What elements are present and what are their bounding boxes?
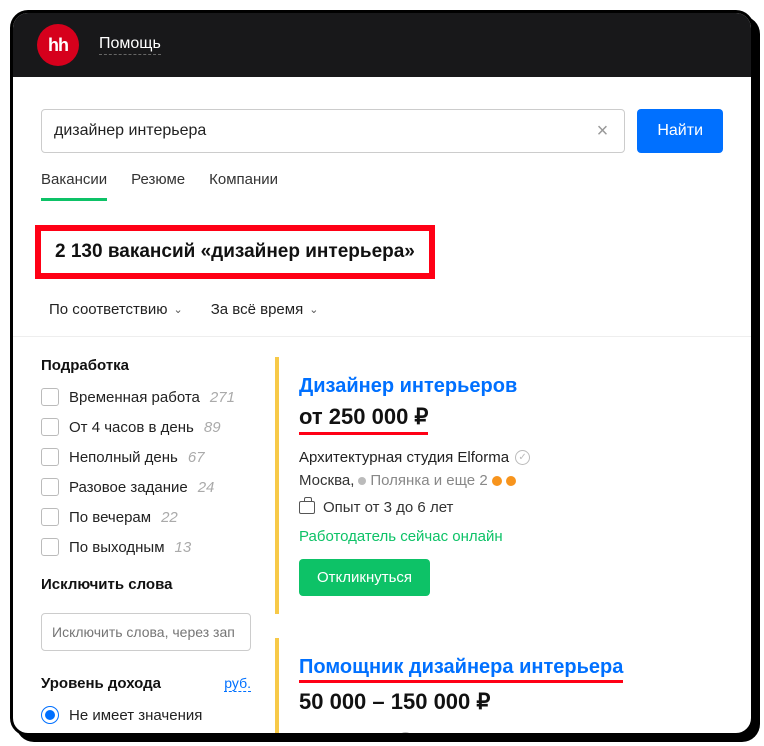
checkbox-icon[interactable] bbox=[41, 478, 59, 496]
vacancy-card: Дизайнер интерьеров от 250 000 ₽ Архитек… bbox=[275, 357, 723, 614]
experience-text: Опыт от 3 до 6 лет bbox=[323, 499, 453, 516]
tab-resumes[interactable]: Резюме bbox=[131, 171, 185, 201]
sort-relevance-label: По соответствию bbox=[49, 301, 168, 318]
tab-companies[interactable]: Компании bbox=[209, 171, 278, 201]
clear-icon[interactable]: × bbox=[593, 120, 613, 143]
metro-line-icon bbox=[506, 476, 516, 486]
filter-checkbox-item[interactable]: Разовое задание 24 bbox=[41, 478, 251, 496]
chevron-down-icon: ⌄ bbox=[174, 303, 183, 316]
filter-label: От 4 часов в день bbox=[69, 419, 194, 436]
checkbox-icon[interactable] bbox=[41, 508, 59, 526]
sort-relevance[interactable]: По соответствию ⌄ bbox=[49, 301, 183, 318]
metro-dot-icon bbox=[358, 477, 366, 485]
company-row: Салон МАРО ✓ bbox=[299, 731, 707, 736]
search-input[interactable] bbox=[54, 122, 593, 140]
search-button[interactable]: Найти bbox=[637, 109, 723, 153]
tabs: Вакансии Резюме Компании bbox=[13, 153, 751, 201]
company-name[interactable]: Салон МАРО bbox=[299, 731, 392, 736]
income-radio-item[interactable]: Не имеет значения bbox=[41, 706, 251, 724]
filter-count: 24 bbox=[198, 479, 215, 496]
button-row: Откликнуться bbox=[299, 559, 707, 596]
vacancy-title[interactable]: Дизайнер интерьеров bbox=[299, 375, 517, 398]
radio-icon[interactable] bbox=[41, 706, 59, 724]
city: Москва, bbox=[299, 472, 354, 489]
filter-label: По вечерам bbox=[69, 509, 151, 526]
filter-label: По выходным bbox=[69, 539, 165, 556]
filter-checkbox-item[interactable]: Неполный день 67 bbox=[41, 448, 251, 466]
help-link[interactable]: Помощь bbox=[99, 35, 161, 55]
vacancy-salary: 50 000 – 150 000 ₽ bbox=[299, 689, 490, 717]
filters-sidebar: Подработка Временная работа 271 От 4 час… bbox=[41, 357, 251, 736]
apply-button[interactable]: Откликнуться bbox=[299, 559, 430, 596]
checkbox-icon[interactable] bbox=[41, 538, 59, 556]
filter-label: Временная работа bbox=[69, 389, 200, 406]
results-count-highlight: 2 130 вакансий «дизайнер интерьера» bbox=[35, 225, 435, 279]
chevron-down-icon: ⌄ bbox=[309, 303, 318, 316]
checkbox-icon[interactable] bbox=[41, 418, 59, 436]
filter-income-title: Уровень дохода bbox=[41, 675, 161, 692]
employer-online: Работодатель сейчас онлайн bbox=[299, 528, 707, 545]
checkbox-icon[interactable] bbox=[41, 388, 59, 406]
vacancy-card: Помощник дизайнера интерьера 50 000 – 15… bbox=[275, 638, 723, 736]
briefcase-icon bbox=[299, 501, 315, 514]
experience-row: Опыт от 3 до 6 лет bbox=[299, 499, 707, 516]
location-row: Москва, Полянка и еще 2 bbox=[299, 472, 707, 489]
logo-text: hh bbox=[48, 35, 68, 56]
exclude-words-input[interactable] bbox=[41, 613, 251, 651]
hh-logo[interactable]: hh bbox=[37, 24, 79, 66]
checkbox-icon[interactable] bbox=[41, 448, 59, 466]
metro-line-icon bbox=[492, 476, 502, 486]
vacancy-title[interactable]: Помощник дизайнера интерьера bbox=[299, 656, 623, 683]
sort-time-label: За всё время bbox=[211, 301, 303, 318]
filter-count: 13 bbox=[175, 539, 192, 556]
filter-count: 89 bbox=[204, 419, 221, 436]
filter-checkbox-item[interactable]: От 4 часов в день 89 bbox=[41, 418, 251, 436]
filter-count: 22 bbox=[161, 509, 178, 526]
filter-count: 271 bbox=[210, 389, 235, 406]
income-header: Уровень дохода руб. bbox=[41, 675, 251, 692]
company-row: Архитектурная студия Elforma ✓ bbox=[299, 449, 707, 466]
header-bar: hh Помощь bbox=[13, 13, 751, 77]
filter-label: Разовое задание bbox=[69, 479, 188, 496]
vacancy-salary: от 250 000 ₽ bbox=[299, 404, 428, 435]
verified-icon: ✓ bbox=[515, 450, 530, 465]
search-row: × Найти bbox=[13, 77, 751, 153]
company-name[interactable]: Архитектурная студия Elforma bbox=[299, 449, 509, 466]
filter-exclude-title: Исключить слова bbox=[41, 576, 251, 593]
filter-checkbox-item[interactable]: По выходным 13 bbox=[41, 538, 251, 556]
income-label: Не имеет значения bbox=[69, 707, 202, 724]
filter-checkbox-item[interactable]: Временная работа 271 bbox=[41, 388, 251, 406]
filter-checkbox-item[interactable]: По вечерам 22 bbox=[41, 508, 251, 526]
app-frame: hh Помощь × Найти Вакансии Резюме Компан… bbox=[10, 10, 754, 736]
filter-count: 67 bbox=[188, 449, 205, 466]
content: Подработка Временная работа 271 От 4 час… bbox=[13, 337, 751, 736]
results-list: Дизайнер интерьеров от 250 000 ₽ Архитек… bbox=[275, 357, 723, 736]
verified-icon: ✓ bbox=[398, 732, 413, 736]
sort-row: По соответствию ⌄ За всё время ⌄ bbox=[13, 287, 751, 337]
currency-link[interactable]: руб. bbox=[224, 675, 251, 692]
results-count: 2 130 вакансий «дизайнер интерьера» bbox=[55, 241, 415, 262]
search-box[interactable]: × bbox=[41, 109, 625, 153]
metro: Полянка и еще 2 bbox=[370, 472, 487, 489]
filter-parttime-title: Подработка bbox=[41, 357, 251, 374]
sort-time[interactable]: За всё время ⌄ bbox=[211, 301, 319, 318]
filter-label: Неполный день bbox=[69, 449, 178, 466]
tab-vacancies[interactable]: Вакансии bbox=[41, 171, 107, 201]
